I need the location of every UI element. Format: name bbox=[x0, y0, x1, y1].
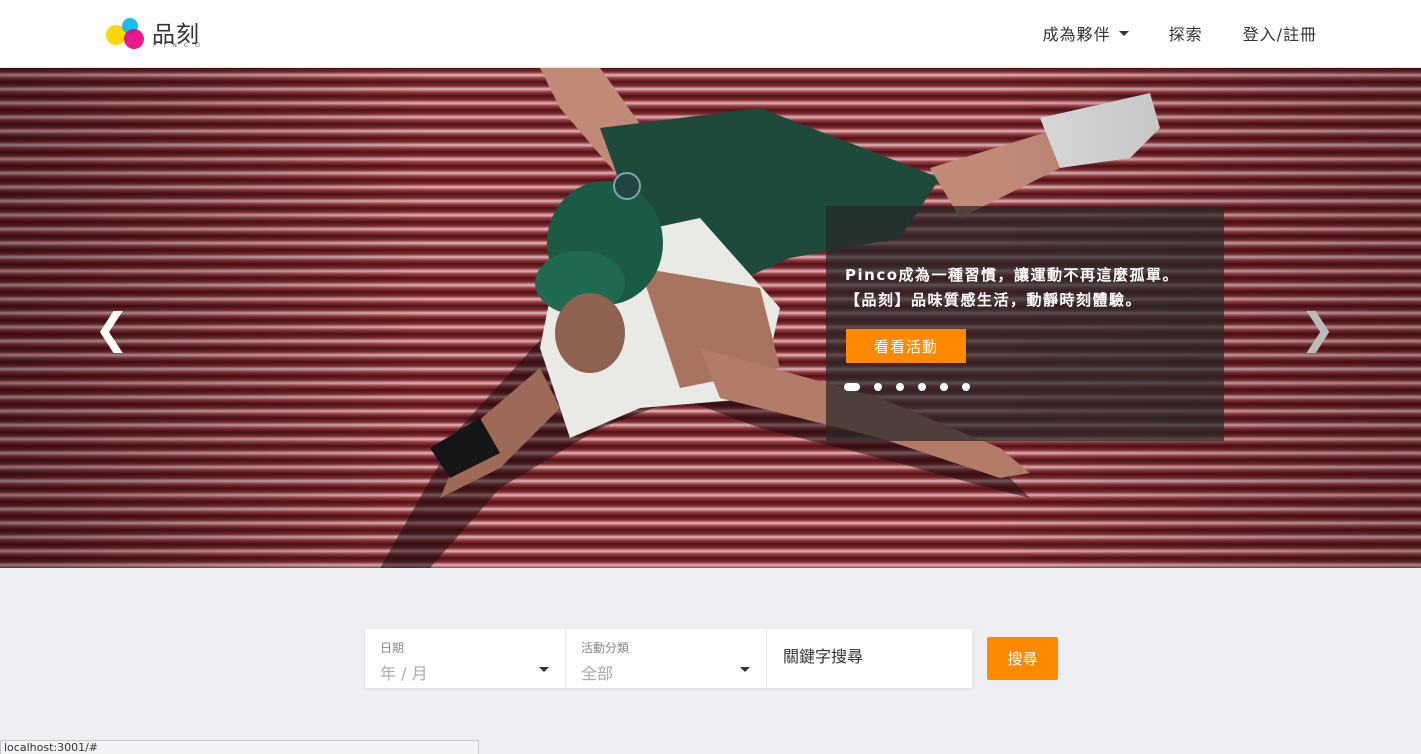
hero-carousel: ❮ ❯ Pinco成為一種習慣，讓運動不再這麼孤單。 【品刻】品味質感生活，動靜… bbox=[0, 68, 1421, 568]
status-bar-url: localhost:3001/# bbox=[0, 740, 479, 754]
caret-down-icon bbox=[539, 667, 549, 672]
carousel-dot[interactable] bbox=[962, 383, 970, 391]
prev-slide-arrow-icon[interactable]: ❮ bbox=[94, 308, 129, 350]
logo-subtext: PINCO bbox=[153, 42, 207, 49]
carousel-dot[interactable] bbox=[940, 383, 948, 391]
search-button[interactable]: 搜尋 bbox=[987, 637, 1058, 680]
caret-down-icon bbox=[740, 667, 750, 672]
nav-explore[interactable]: 探索 bbox=[1169, 21, 1203, 45]
logo[interactable]: 品刻 PINCO bbox=[104, 15, 214, 55]
carousel-dot[interactable] bbox=[874, 383, 882, 391]
date-value: 年 / 月 bbox=[380, 664, 428, 683]
hero-caption-panel: Pinco成為一種習慣，讓運動不再這麼孤單。 【品刻】品味質感生活，動靜時刻體驗… bbox=[826, 206, 1224, 441]
carousel-dot[interactable] bbox=[896, 383, 904, 391]
view-events-button[interactable]: 看看活動 bbox=[846, 329, 966, 363]
nav-partner-label: 成為夥伴 bbox=[1042, 25, 1111, 44]
caret-down-icon bbox=[1118, 30, 1129, 36]
hero-caption-line1: Pinco成為一種習慣，讓運動不再這麼孤單。 bbox=[845, 266, 1180, 284]
nav-partner-dropdown[interactable]: 成為夥伴 bbox=[1043, 21, 1129, 45]
keyword-search-input[interactable] bbox=[783, 647, 963, 666]
logo-icon bbox=[106, 18, 144, 49]
next-slide-arrow-icon[interactable]: ❯ bbox=[1300, 308, 1335, 350]
search-bar: 日期 年 / 月 活動分類 全部 bbox=[365, 629, 972, 688]
carousel-indicators bbox=[844, 383, 984, 391]
category-value: 全部 bbox=[581, 664, 614, 683]
date-label: 日期 bbox=[380, 641, 405, 655]
hero-caption-line2: 【品刻】品味質感生活，動靜時刻體驗。 bbox=[845, 291, 1143, 309]
main-nav: 成為夥伴 探索 登入/註冊 bbox=[1003, 0, 1317, 66]
date-select[interactable]: 日期 年 / 月 bbox=[365, 629, 566, 688]
category-select[interactable]: 活動分類 全部 bbox=[566, 629, 767, 688]
keyword-field bbox=[767, 629, 972, 688]
carousel-dot[interactable] bbox=[918, 383, 926, 391]
category-label: 活動分類 bbox=[581, 641, 630, 655]
navbar: 品刻 PINCO 成為夥伴 探索 登入/註冊 bbox=[0, 0, 1421, 68]
carousel-dot[interactable] bbox=[844, 383, 860, 391]
nav-login-register[interactable]: 登入/註冊 bbox=[1243, 21, 1317, 45]
